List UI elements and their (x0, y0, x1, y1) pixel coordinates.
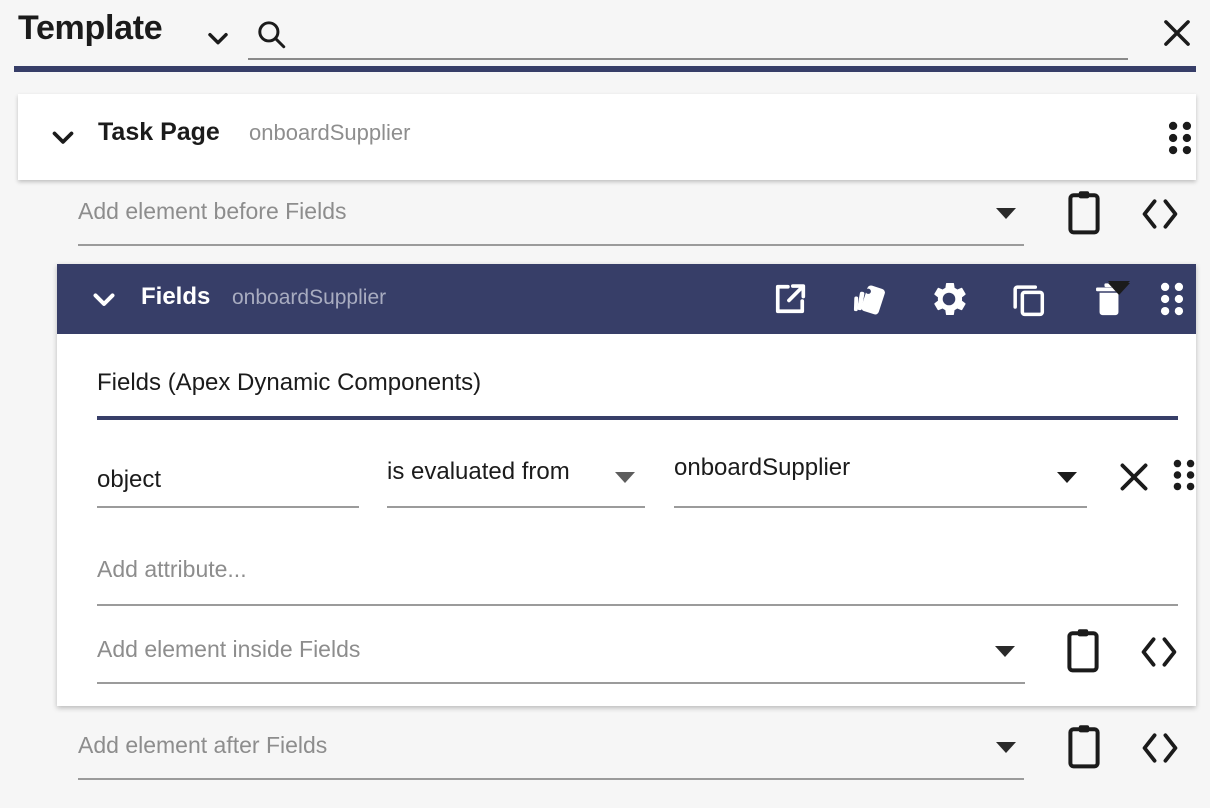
chevron-down-icon[interactable] (1108, 281, 1130, 293)
header-accent-bar (14, 66, 1196, 72)
task-page-title: Task Page (98, 118, 220, 146)
search-icon (254, 17, 288, 51)
chevron-down-icon[interactable] (87, 282, 121, 316)
clipboard-paste-icon[interactable] (1064, 190, 1104, 236)
attribute-operator-value: is evaluated from (387, 458, 570, 485)
task-page-card[interactable]: Task Page onboardSupplier (18, 94, 1196, 180)
add-attribute-select[interactable]: Add attribute... (97, 550, 1178, 606)
copy-icon[interactable] (1008, 278, 1050, 320)
fields-component-type-select[interactable]: Fields (Apex Dynamic Components) (97, 364, 1178, 420)
chevron-down-icon (615, 472, 635, 483)
code-brackets-icon[interactable] (1136, 728, 1184, 768)
attribute-operator-select[interactable]: is evaluated from (387, 454, 645, 508)
add-element-before-label: Add element before Fields (78, 198, 347, 224)
chevron-down-icon[interactable] (996, 742, 1016, 753)
add-element-before-row: Add element before Fields (78, 190, 1188, 252)
fields-card: Fields onboardSupplier Fields (Apex Dyna… (57, 264, 1196, 706)
add-element-inside-select[interactable]: Add element inside Fields (97, 630, 1025, 684)
clipboard-paste-icon[interactable] (1063, 628, 1103, 674)
add-element-inside-row: Add element inside Fields (97, 628, 1187, 690)
add-element-before-select[interactable]: Add element before Fields (78, 192, 1024, 246)
fields-subtitle: onboardSupplier (232, 286, 387, 309)
gear-icon[interactable] (928, 278, 970, 320)
drag-handle-icon[interactable] (1162, 119, 1198, 157)
add-element-after-select[interactable]: Add element after Fields (78, 726, 1024, 780)
drag-handle-icon[interactable] (1154, 280, 1190, 318)
attribute-value-select[interactable]: onboardSupplier (674, 454, 1087, 508)
chevron-down-icon[interactable] (995, 646, 1015, 657)
drag-handle-icon[interactable] (1167, 457, 1201, 493)
add-element-after-row: Add element after Fields (78, 724, 1188, 786)
page-title: Template (18, 9, 163, 47)
attribute-name-input[interactable] (97, 454, 359, 508)
chevron-down-icon[interactable] (202, 22, 234, 54)
code-brackets-icon[interactable] (1135, 632, 1183, 672)
chevron-down-icon[interactable] (996, 208, 1016, 219)
chevron-down-icon (1057, 472, 1077, 483)
attribute-row: is evaluated from onboardSupplier (97, 454, 1195, 514)
close-icon[interactable] (1158, 14, 1196, 52)
fields-component-type-value: Fields (Apex Dynamic Components) (97, 369, 482, 396)
add-element-after-label: Add element after Fields (78, 732, 328, 758)
clipboard-paste-icon[interactable] (1064, 724, 1104, 770)
open-external-icon[interactable] (769, 278, 811, 320)
chevron-down-icon[interactable] (46, 120, 80, 154)
search-input[interactable] (248, 14, 1128, 60)
attribute-value-text: onboardSupplier (674, 454, 851, 481)
fields-card-header[interactable]: Fields onboardSupplier (57, 264, 1196, 334)
remove-attribute-button[interactable] (1113, 456, 1155, 498)
top-bar: Template (0, 0, 1210, 72)
add-attribute-label: Add attribute... (97, 556, 247, 582)
add-element-inside-label: Add element inside Fields (97, 636, 361, 662)
task-page-subtitle: onboardSupplier (249, 120, 411, 145)
style-cards-icon[interactable] (848, 278, 890, 320)
code-brackets-icon[interactable] (1136, 194, 1184, 234)
fields-title: Fields (141, 283, 211, 310)
